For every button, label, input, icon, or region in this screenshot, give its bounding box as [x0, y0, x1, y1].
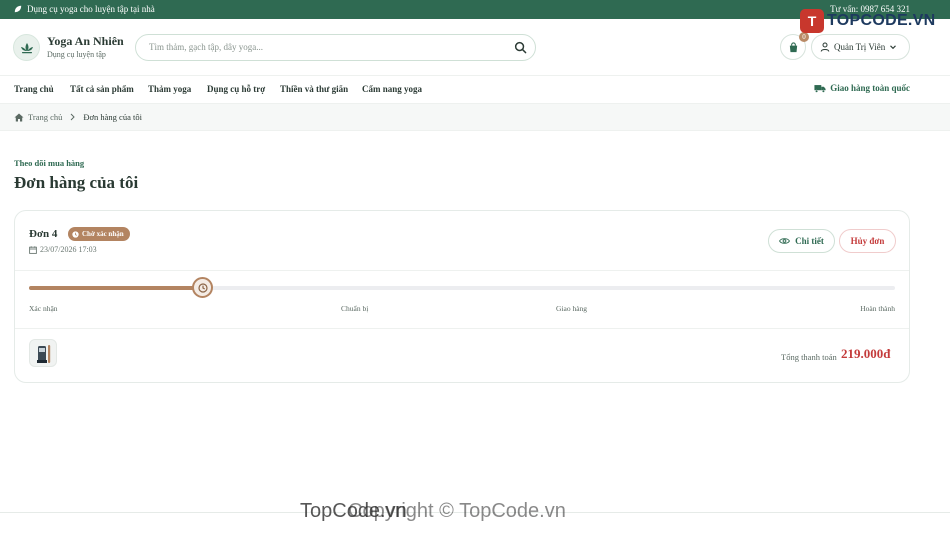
chevron-down-icon — [890, 45, 897, 50]
truck-icon — [814, 84, 826, 93]
card-divider — [15, 328, 909, 329]
cart-count-badge: 0 — [799, 32, 809, 42]
shipping-text: Giao hàng toàn quốc — [830, 83, 910, 93]
tagline-text: Dụng cụ yoga cho luyện tập tại nhà — [27, 4, 155, 14]
total-label: Tổng thanh toán — [781, 352, 837, 362]
order-date: 23/07/2026 17:03 — [29, 245, 97, 254]
order-card: Đơn 4 Chờ xác nhận 23/07/2026 17:03 Chi … — [14, 210, 910, 383]
nav-item-home[interactable]: Trang chủ — [14, 84, 54, 94]
order-detail-label: Chi tiết — [795, 236, 824, 246]
order-progress-fill — [29, 286, 203, 290]
product-thumbnail[interactable] — [29, 339, 57, 367]
page-title: Đơn hàng của tôi — [14, 173, 139, 192]
search-placeholder: Tìm thảm, gạch tập, dây yoga... — [149, 42, 263, 52]
top-bar-tagline: Dụng cụ yoga cho luyện tập tại nhà — [14, 4, 155, 14]
user-name: Quản Trị Viên — [834, 42, 886, 52]
progress-step-confirm: Xác nhận — [29, 304, 58, 313]
order-progress-track — [29, 277, 895, 298]
nav-item-support-tools[interactable]: Dụng cụ hỗ trợ — [207, 84, 265, 94]
page-eyebrow: Theo dõi mua hàng — [14, 158, 85, 168]
copyright-watermark: TopCode.vn Copyright © TopCode.vn — [300, 500, 566, 523]
brand-name[interactable]: Yoga An Nhiên — [47, 34, 124, 49]
brand-subtitle: Dụng cụ luyện tập — [47, 50, 106, 59]
progress-current-step-marker — [192, 277, 214, 298]
main-nav: Trang chủ Tất cả sản phẩm Thảm yoga Dụng… — [0, 76, 950, 104]
calendar-icon — [29, 245, 37, 254]
topcode-logo-icon: T — [800, 9, 824, 33]
clock-icon — [72, 230, 79, 238]
order-name: Đơn 4 — [29, 228, 58, 240]
order-date-text: 23/07/2026 17:03 — [40, 245, 97, 254]
cart-button[interactable]: 0 — [780, 32, 809, 60]
status-badge: Chờ xác nhận — [68, 227, 130, 241]
topcode-watermark-text: TOPCODE.VN — [827, 12, 936, 29]
breadcrumb-home[interactable]: Trang chủ — [28, 112, 62, 122]
watermark-copyright-text: Copyright © TopCode.vn — [348, 500, 566, 522]
home-icon[interactable] — [14, 113, 24, 122]
user-icon — [820, 42, 830, 52]
progress-step-complete: Hoàn thành — [860, 304, 895, 313]
search-icon[interactable] — [514, 41, 527, 54]
total-value: 219.000đ — [841, 346, 891, 361]
topcode-watermark: T TOPCODE.VN — [800, 9, 936, 33]
shipping-info: Giao hàng toàn quốc — [814, 83, 910, 93]
eye-icon — [779, 238, 791, 244]
breadcrumb: Trang chủ Đơn hàng của tôi — [0, 104, 950, 131]
brand-logo[interactable] — [13, 34, 40, 61]
progress-step-shipping: Giao hàng — [556, 304, 588, 313]
progress-step-prepare: Chuẩn bị — [341, 304, 369, 313]
status-text: Chờ xác nhận — [82, 230, 124, 238]
lotus-icon — [20, 42, 33, 53]
nav-item-yoga-mats[interactable]: Thảm yoga — [148, 84, 191, 94]
clock-icon — [198, 282, 208, 293]
nav-item-meditation[interactable]: Thiền và thư giãn — [280, 84, 348, 94]
nav-item-all-products[interactable]: Tất cả sản phẩm — [70, 84, 134, 94]
user-menu-button[interactable]: Quản Trị Viên — [811, 34, 910, 60]
product-image — [37, 345, 51, 363]
nav-item-yoga-guide[interactable]: Cẩm nang yoga — [362, 84, 422, 94]
shopping-bag-icon — [789, 41, 797, 52]
order-detail-button[interactable]: Chi tiết — [768, 229, 835, 253]
search-input[interactable]: Tìm thảm, gạch tập, dây yoga... — [135, 34, 536, 61]
chevron-right-icon — [71, 113, 76, 121]
leaf-icon — [14, 5, 22, 13]
cancel-order-button[interactable]: Hủy đơn — [839, 229, 896, 253]
breadcrumb-current: Đơn hàng của tôi — [83, 112, 142, 122]
card-divider — [15, 270, 909, 271]
